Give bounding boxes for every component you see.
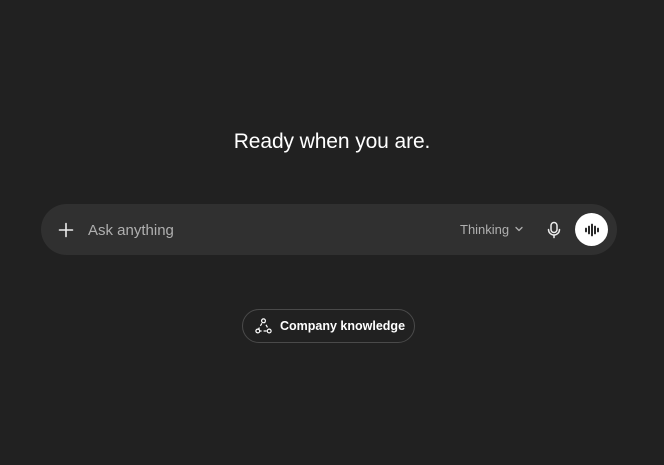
voice-mode-button[interactable] — [575, 213, 608, 246]
prompt-input[interactable] — [88, 218, 438, 242]
microphone-icon — [546, 221, 562, 239]
voice-waveform-icon — [584, 223, 600, 237]
model-picker-label: Thinking — [460, 221, 510, 237]
dictate-button[interactable] — [541, 217, 567, 243]
chevron-down-icon — [513, 223, 525, 235]
connectors-icon — [255, 317, 272, 335]
add-attachment-button[interactable] — [52, 216, 80, 244]
page-heading: Ready when you are. — [233, 130, 431, 153]
plus-icon — [58, 222, 74, 238]
model-picker-button[interactable]: Thinking — [454, 216, 531, 242]
company-knowledge-button[interactable]: Company knowledge — [242, 309, 415, 343]
company-knowledge-label: Company knowledge — [280, 319, 406, 333]
